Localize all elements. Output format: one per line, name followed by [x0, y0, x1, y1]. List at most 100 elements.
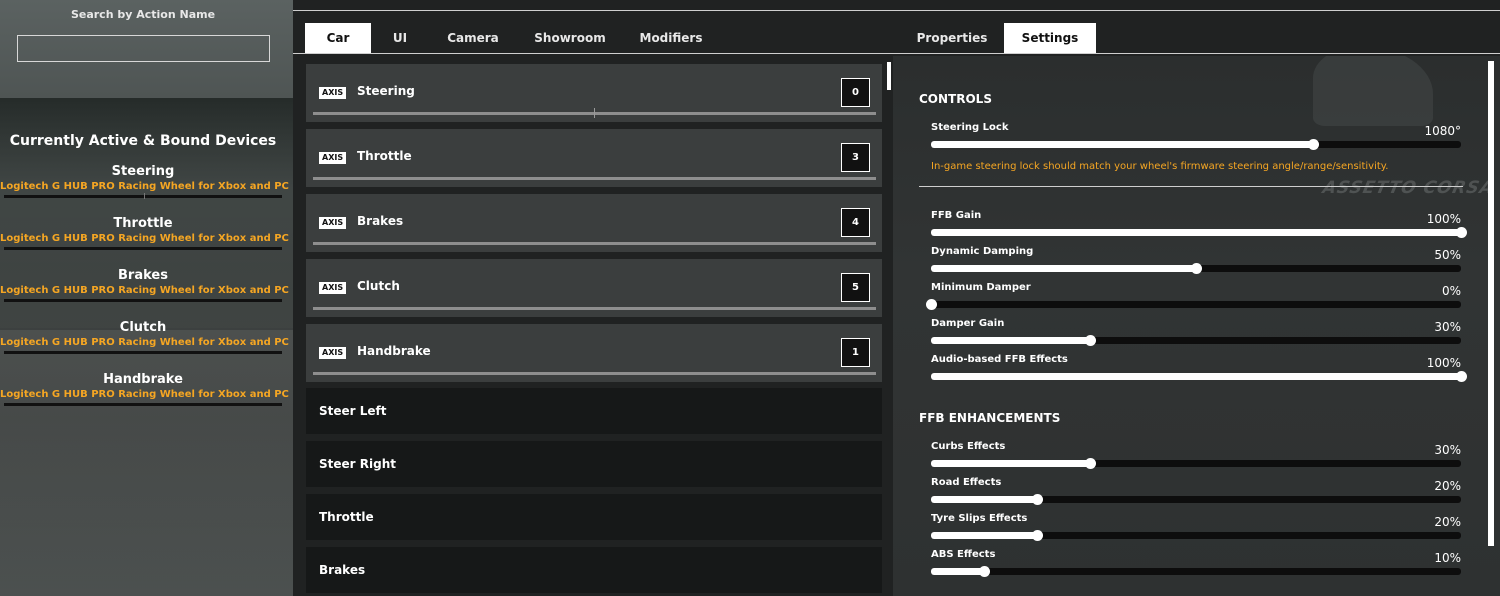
slider-knob[interactable]: [1307, 139, 1319, 150]
top-divider: [293, 10, 1500, 11]
slider-track[interactable]: [931, 458, 1461, 469]
setting-label: Road Effects: [931, 477, 1002, 488]
device-action-name: Throttle: [113, 216, 173, 231]
setting-value: 50%: [1434, 248, 1461, 262]
action-row-steer-left[interactable]: Steer Left: [306, 388, 882, 434]
device-input-bar: [4, 247, 282, 250]
slider-track[interactable]: [931, 566, 1461, 577]
axis-binding-value[interactable]: 3: [841, 143, 870, 172]
setting-label: Steering Lock: [931, 122, 1009, 133]
axis-input-track: [313, 177, 876, 180]
slider-track[interactable]: [926, 299, 1461, 310]
slider-track[interactable]: [931, 263, 1461, 274]
device-input-bar: [4, 351, 282, 354]
action-label: Steer Right: [319, 457, 396, 471]
axis-input-track: [313, 307, 876, 310]
setting-ffb-gain[interactable]: FFB Gain 100%: [931, 210, 1467, 246]
tab-modifiers[interactable]: Modifiers: [629, 23, 713, 53]
slider-knob[interactable]: [979, 566, 990, 577]
axis-binding-value[interactable]: 0: [841, 78, 870, 107]
slider-track[interactable]: [931, 371, 1467, 382]
setting-road-effects[interactable]: Road Effects 20%: [931, 477, 1461, 513]
slider-fill: [931, 337, 1090, 344]
slider-fill: [931, 532, 1037, 539]
tab-car[interactable]: Car: [305, 23, 371, 53]
tab-properties[interactable]: Properties: [907, 23, 997, 53]
settings-panel: ASSETTO CORSA CONTROLS Steering Lock 108…: [893, 56, 1500, 596]
setting-audio-ffb[interactable]: Audio-based FFB Effects 100%: [931, 354, 1467, 390]
axis-row-clutch[interactable]: AXIS Clutch 5: [306, 259, 882, 317]
slider-knob[interactable]: [1191, 263, 1202, 274]
device-entry-throttle: Throttle Logitech G HUB PRO Racing Wheel…: [0, 216, 293, 250]
search-input[interactable]: [17, 35, 270, 62]
slider-track[interactable]: [931, 227, 1467, 238]
setting-value: 100%: [1426, 356, 1461, 370]
slider-knob[interactable]: [1032, 530, 1043, 541]
action-row-throttle[interactable]: Throttle: [306, 494, 882, 540]
tab-camera[interactable]: Camera: [435, 23, 511, 53]
devices-title: Currently Active & Bound Devices: [9, 133, 277, 149]
action-row-brakes[interactable]: Brakes: [306, 547, 882, 593]
slider-knob[interactable]: [1456, 371, 1467, 382]
device-input-bar: [4, 403, 282, 406]
axis-label: Steering: [357, 84, 415, 98]
slider-track[interactable]: [931, 335, 1461, 346]
axis-binding-value[interactable]: 5: [841, 273, 870, 302]
axis-label: Clutch: [357, 279, 400, 293]
tab-settings[interactable]: Settings: [1004, 23, 1096, 53]
setting-steering-lock[interactable]: Steering Lock 1080°: [931, 122, 1461, 158]
axis-badge: AXIS: [319, 282, 347, 294]
slider-track[interactable]: [931, 494, 1461, 505]
action-row-steer-right[interactable]: Steer Right: [306, 441, 882, 487]
action-list-scrollbar[interactable]: [887, 62, 891, 90]
search-title: Search by Action Name: [70, 8, 216, 21]
setting-tyre-slips-effects[interactable]: Tyre Slips Effects 20%: [931, 513, 1461, 549]
slider-fill: [931, 265, 1196, 272]
axis-badge: AXIS: [319, 152, 347, 164]
action-list: AXIS Steering 0 AXIS Throttle 3 AXIS Bra…: [293, 56, 893, 596]
axis-row-throttle[interactable]: AXIS Throttle 3: [306, 129, 882, 187]
device-name: Logitech G HUB PRO Racing Wheel for Xbox…: [0, 233, 293, 244]
slider-fill: [931, 568, 984, 575]
axis-binding-value[interactable]: 4: [841, 208, 870, 237]
setting-value: 10%: [1434, 551, 1461, 565]
background-logo: ASSETTO CORSA: [1320, 178, 1497, 198]
setting-label: Damper Gain: [931, 318, 1005, 329]
axis-row-steering[interactable]: AXIS Steering 0: [306, 64, 882, 122]
slider-knob[interactable]: [1032, 494, 1043, 505]
slider-fill: [931, 373, 1461, 380]
slider-knob[interactable]: [1456, 227, 1467, 238]
axis-row-brakes[interactable]: AXIS Brakes 4: [306, 194, 882, 252]
setting-dynamic-damping[interactable]: Dynamic Damping 50%: [931, 246, 1461, 282]
axis-row-handbrake[interactable]: AXIS Handbrake 1: [306, 324, 882, 382]
device-input-bar: [4, 299, 282, 302]
setting-damper-gain[interactable]: Damper Gain 30%: [931, 318, 1461, 354]
device-name: Logitech G HUB PRO Racing Wheel for Xbox…: [0, 285, 293, 296]
setting-curbs-effects[interactable]: Curbs Effects 30%: [931, 441, 1461, 477]
section-title-controls: CONTROLS: [919, 92, 992, 106]
slider-knob[interactable]: [926, 299, 937, 310]
setting-abs-effects[interactable]: ABS Effects 10%: [931, 549, 1461, 585]
setting-label: FFB Gain: [931, 210, 982, 221]
axis-label: Brakes: [357, 214, 404, 228]
axis-binding-value[interactable]: 1: [841, 338, 870, 367]
slider-track[interactable]: [931, 139, 1461, 150]
axis-badge: AXIS: [319, 87, 347, 99]
tab-showroom[interactable]: Showroom: [521, 23, 619, 53]
axis-label: Throttle: [357, 149, 412, 163]
setting-value: 20%: [1434, 515, 1461, 529]
slider-knob[interactable]: [1085, 335, 1096, 346]
setting-value: 1080°: [1424, 124, 1461, 138]
slider-knob[interactable]: [1085, 458, 1096, 469]
tab-ui[interactable]: UI: [377, 23, 423, 53]
slider-fill: [931, 229, 1461, 236]
device-input-bar: [4, 193, 282, 199]
device-action-name: Clutch: [119, 320, 167, 335]
device-entry-handbrake: Handbrake Logitech G HUB PRO Racing Whee…: [0, 372, 293, 406]
settings-scrollbar[interactable]: [1488, 61, 1494, 546]
setting-label: Audio-based FFB Effects: [931, 354, 1068, 365]
section-divider: [919, 186, 1463, 187]
setting-minimum-damper[interactable]: Minimum Damper 0%: [926, 282, 1461, 318]
action-label: Throttle: [319, 510, 374, 524]
slider-track[interactable]: [931, 530, 1461, 541]
